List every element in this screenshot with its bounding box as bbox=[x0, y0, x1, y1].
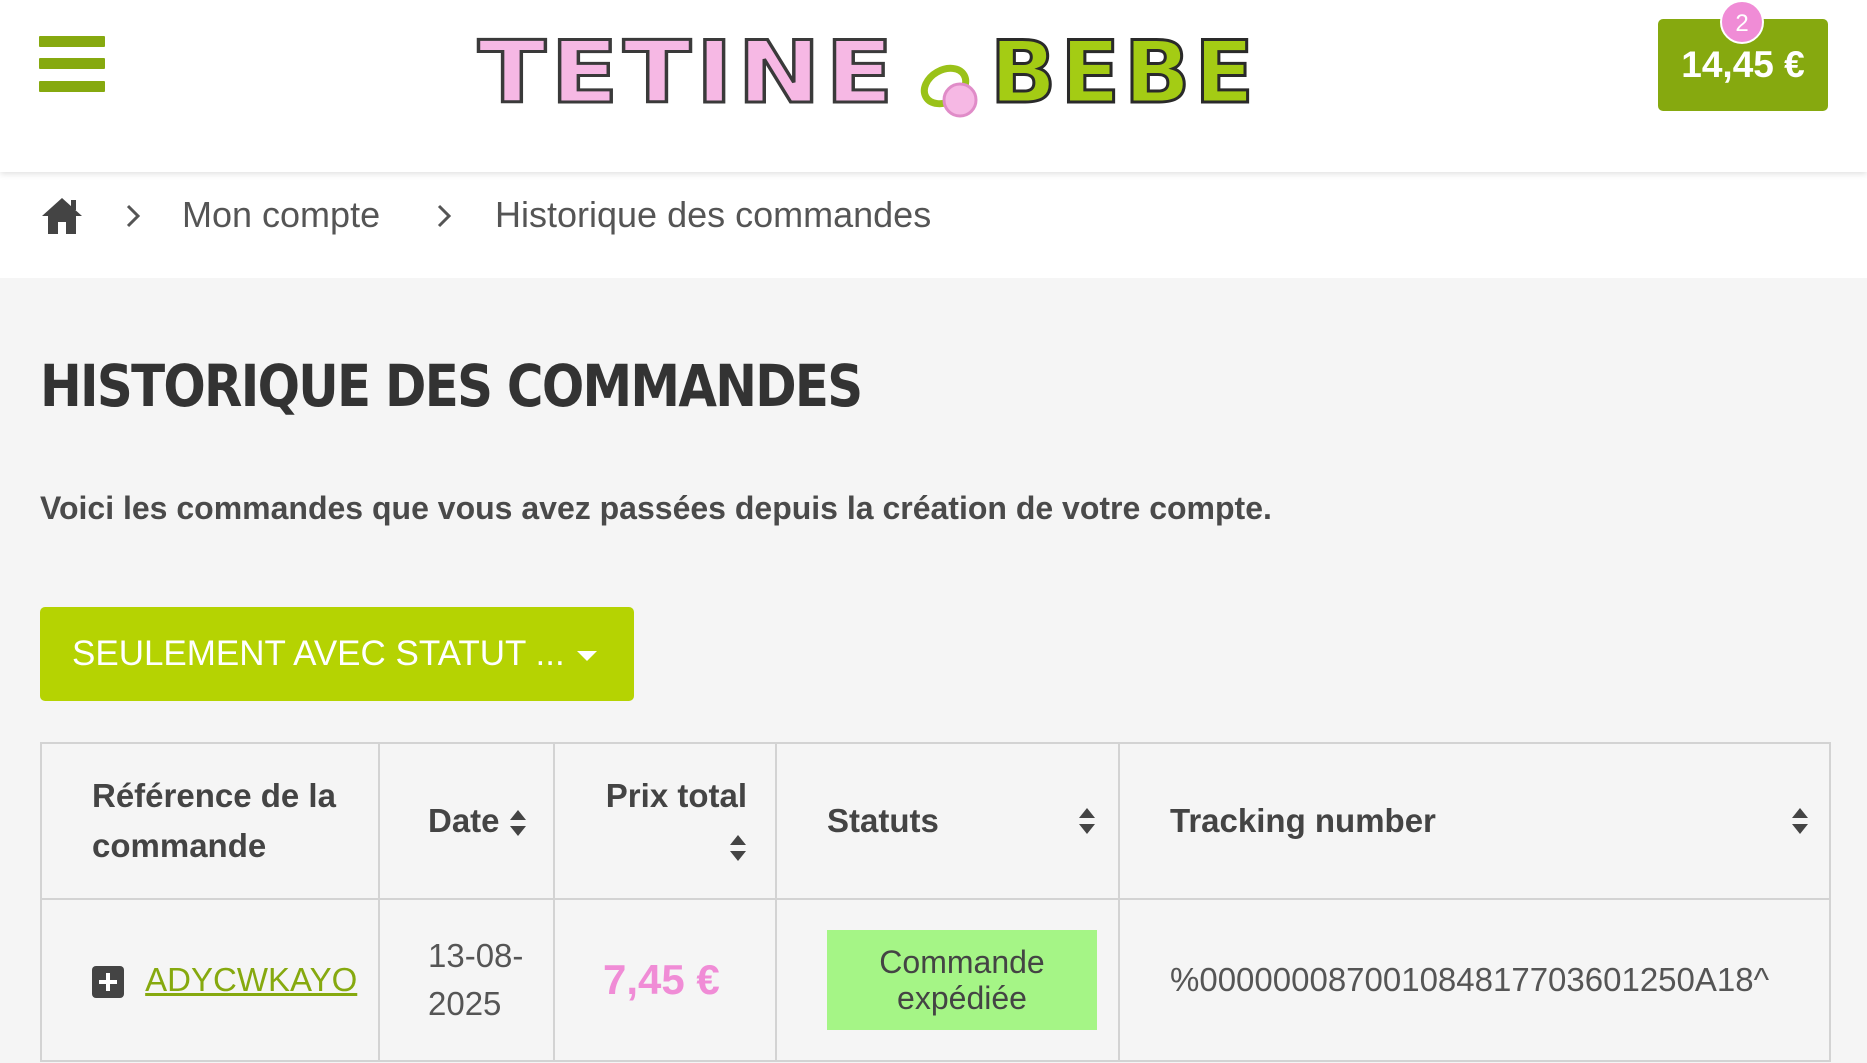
sort-icon[interactable] bbox=[1791, 807, 1809, 835]
header-reference-line1: Référence de la bbox=[92, 777, 336, 814]
order-date-line1: 13-08- bbox=[428, 937, 524, 974]
order-date-line2: 2025 bbox=[428, 985, 502, 1022]
chevron-right-icon bbox=[126, 204, 141, 228]
logo-text-left: TETINE bbox=[478, 23, 898, 123]
status-line1: Commande bbox=[879, 944, 1045, 980]
menu-bar-top bbox=[39, 36, 105, 47]
caret-down-icon bbox=[576, 650, 597, 661]
breadcrumb-order-history: Historique des commandes bbox=[495, 194, 932, 235]
sort-icon[interactable] bbox=[509, 809, 527, 837]
table-header-row: Référence de la commande Date Prix total… bbox=[40, 742, 1831, 900]
header-tracking-label: Tracking number bbox=[1170, 802, 1436, 839]
page-title: HISTORIQUE DES COMMANDES bbox=[40, 352, 863, 420]
column-header-total[interactable]: Prix total bbox=[553, 742, 777, 900]
table-row: ADYCWKAYO 13-08- 2025 7,45 € Commande ex… bbox=[40, 898, 1831, 1062]
site-header: TETINE BEBE 14,45 € 2 bbox=[0, 0, 1867, 172]
status-filter-dropdown[interactable]: SEULEMENT AVEC STATUT ... bbox=[40, 607, 634, 701]
logo-text-right: BEBE bbox=[990, 23, 1258, 123]
pacifier-icon bbox=[920, 64, 978, 118]
breadcrumb-my-account[interactable]: Mon compte bbox=[182, 190, 380, 240]
header-date-label: Date bbox=[428, 802, 500, 839]
column-header-status[interactable]: Statuts bbox=[775, 742, 1120, 900]
sort-icon[interactable] bbox=[1078, 807, 1096, 835]
cell-status: Commande expédiée bbox=[775, 898, 1120, 1062]
menu-bar-middle bbox=[39, 58, 105, 69]
breadcrumb: Mon compte Historique des commandes bbox=[0, 172, 1867, 278]
cell-total: 7,45 € bbox=[553, 898, 777, 1062]
cart-total: 14,45 € bbox=[1681, 44, 1805, 85]
site-logo[interactable]: TETINE BEBE bbox=[470, 14, 1270, 125]
column-header-tracking[interactable]: Tracking number bbox=[1118, 742, 1831, 900]
orders-table: Référence de la commande Date Prix total… bbox=[40, 742, 1831, 1062]
intro-text: Voici les commandes que vous avez passée… bbox=[40, 490, 1272, 526]
header-status-label: Statuts bbox=[827, 802, 939, 839]
header-total-label: Prix total bbox=[605, 777, 747, 814]
cell-tracking: %0000000870010848177036012​50A18^ bbox=[1118, 898, 1831, 1062]
order-reference-link[interactable]: ADYCWKAYO bbox=[145, 961, 357, 998]
cell-date: 13-08- 2025 bbox=[378, 898, 555, 1062]
status-line2: expédiée bbox=[897, 980, 1027, 1016]
column-header-reference[interactable]: Référence de la commande bbox=[40, 742, 380, 900]
home-icon[interactable] bbox=[40, 194, 84, 238]
status-filter-label: SEULEMENT AVEC STATUT ... bbox=[72, 634, 565, 673]
chevron-right-icon bbox=[437, 204, 452, 228]
cart-count-badge: 2 bbox=[1720, 0, 1764, 44]
sort-icon[interactable] bbox=[729, 834, 747, 862]
header-reference-line2: commande bbox=[92, 827, 267, 864]
expand-plus-icon[interactable] bbox=[92, 966, 124, 999]
status-badge: Commande expédiée bbox=[827, 930, 1097, 1030]
tracking-number: %0000000870010848177036012​50A18^ bbox=[1170, 961, 1770, 998]
cell-reference: ADYCWKAYO bbox=[40, 898, 380, 1062]
menu-bar-bottom bbox=[39, 81, 105, 92]
hamburger-menu-icon[interactable] bbox=[39, 36, 105, 92]
column-header-date[interactable]: Date bbox=[378, 742, 555, 900]
order-total-price: 7,45 € bbox=[603, 956, 720, 1003]
